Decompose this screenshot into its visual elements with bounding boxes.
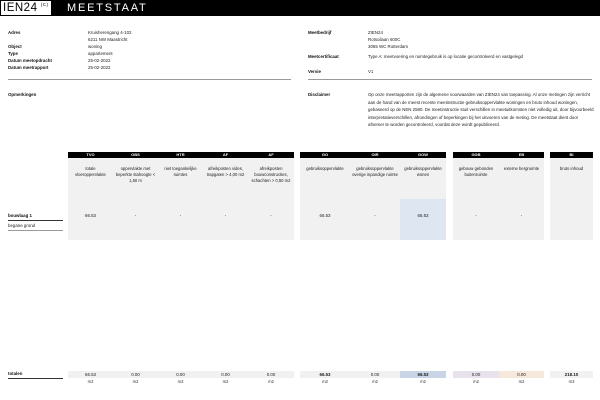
report-date-value: 25-02-2022 — [88, 65, 111, 70]
table-cell: - — [179, 213, 182, 218]
unit-label: m2 — [268, 379, 274, 384]
column-header-af-constructies: AF — [248, 152, 294, 158]
type-value: appartement — [88, 51, 113, 56]
unit-label: m2 — [420, 379, 426, 384]
table-cell: - — [270, 213, 272, 218]
column-description: totale vloeroppervlakte — [75, 166, 106, 177]
column-description: gebouw gebonden buitenruimte — [458, 166, 494, 177]
table-cell: - — [475, 213, 477, 218]
total-cell: 66.53 — [300, 371, 350, 378]
document-title: MEETSTAAT — [67, 2, 148, 14]
report-date-label: Datum meetrapport — [8, 65, 49, 70]
column-header-oir: OIR — [350, 152, 400, 158]
table-cell: - — [374, 213, 376, 218]
order-date-label: Datum meetopdracht — [8, 58, 52, 63]
table-cell: 66.53 — [319, 213, 331, 218]
total-cell: 0.00 — [248, 371, 294, 378]
object-label: Object — [8, 44, 22, 49]
unit-label: m2 — [518, 379, 525, 384]
address-line-1: Kruisherengang 4-102 — [88, 30, 132, 35]
table-cell: - — [134, 213, 137, 218]
unit-label: m3 — [568, 379, 575, 384]
company-line-2: Rotsoilaan 600C — [368, 37, 401, 42]
unit-label: m2 — [87, 379, 94, 384]
logo-mark: (C) — [40, 2, 49, 7]
total-cell: 66.53 — [68, 371, 113, 378]
column-description: gebruiksoppervlakte wonen — [404, 166, 442, 177]
remarks-label: Opmerkingen — [8, 92, 37, 97]
version-value: V1 — [368, 69, 374, 74]
company-label: Meetbedrijf — [308, 30, 332, 35]
divider — [308, 79, 592, 80]
table-cell: 66.53 — [417, 213, 429, 218]
column-header-tvo: TVO — [68, 152, 113, 158]
table-cell: 66.53 — [85, 213, 96, 218]
total-cell: 0.00 — [453, 371, 499, 378]
divider — [8, 79, 291, 80]
column-description: gebruiksoppervlakte overige inpandige ru… — [352, 166, 398, 177]
version-label: Versie — [308, 69, 321, 74]
unit-label: m2 — [177, 379, 184, 384]
logo: IEN24 (C) — [1, 1, 52, 15]
table-cell: - — [520, 213, 523, 218]
column-description: oppervlakte met beperkte stahoogte < 1,5… — [115, 166, 156, 183]
unit-label: m2 — [222, 379, 229, 384]
column-header-ggb: GGB — [453, 152, 499, 158]
totals-label: totalen — [8, 371, 23, 376]
row-divider — [8, 230, 63, 231]
type-label: Type — [8, 51, 18, 56]
logo-text: IEN24 — [3, 2, 38, 14]
address-line-2: 6211 NW Maastricht — [88, 37, 128, 42]
certificate-value: Type A: meetvoering en ruimtegebruik is … — [368, 54, 523, 59]
total-cell: 218.10 — [550, 371, 593, 378]
gow-highlight — [400, 199, 446, 240]
column-header-bi: BI — [550, 152, 593, 158]
total-cell: 0.00 — [203, 371, 248, 378]
unit-label: m2 — [372, 379, 378, 384]
total-cell: 0.00 — [158, 371, 203, 378]
column-header-gow: GOW — [400, 152, 446, 158]
company-line-3: 3065 WC Rotterdam — [368, 44, 409, 49]
column-description: externe bergruimte — [503, 166, 540, 171]
object-value: woning — [88, 44, 102, 49]
column-header-go: GO — [300, 152, 350, 158]
column-header-af-vides: AF — [203, 152, 248, 158]
disclaimer-label: Disclaimer — [308, 92, 331, 97]
unit-label: m2 — [322, 379, 328, 384]
column-description: afreikposten bouwconstructies, schachten… — [251, 166, 291, 183]
column-description: niet toegankelijke ruimtes — [164, 166, 197, 177]
row-underline — [8, 220, 63, 221]
unit-label: m2 — [473, 379, 479, 384]
total-cell: 0.00 — [113, 371, 158, 378]
table-cell: - — [224, 213, 227, 218]
column-description: afreikposten vides, trapgaten > 4,00 m2 — [206, 166, 245, 177]
totals-underline — [8, 378, 63, 379]
order-date-value: 25-02-2022 — [88, 58, 111, 63]
total-cell: 0.00 — [499, 371, 544, 378]
total-cell: 0.00 — [350, 371, 400, 378]
column-header-obs: OBS — [113, 152, 158, 158]
column-description: bruto inhoud — [559, 166, 584, 171]
unit-label: m2 — [132, 379, 139, 384]
column-description: gebruiksoppervlakte — [306, 166, 344, 171]
disclaimer-text: Op onze meetrapporten zijn de algemene v… — [368, 92, 594, 127]
certificate-label: Meetcertificaat — [308, 54, 339, 59]
total-cell: 66.53 — [400, 371, 446, 378]
company-line-1: ZIEN24 — [368, 30, 383, 35]
column-header-htr: HTR — [158, 152, 203, 158]
column-header-eb: EB — [499, 152, 544, 158]
row-sublabel: begane grond — [8, 223, 36, 228]
header-bar: IEN24 (C) MEETSTAAT — [0, 0, 600, 16]
row-label: bouwlaag 1 — [8, 213, 32, 218]
address-label: Adres — [8, 30, 21, 35]
